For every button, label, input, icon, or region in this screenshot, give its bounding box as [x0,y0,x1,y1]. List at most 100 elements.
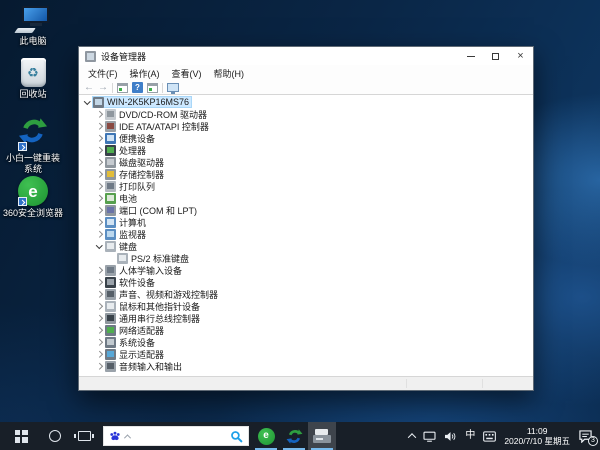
tree-item-label: WIN-2K5KP16MS76 [107,97,189,107]
display-adapter-icon [105,349,116,360]
tree-item[interactable]: 端口 (COM 和 LPT) [79,204,533,216]
expand-icon[interactable] [94,348,104,360]
keyboard-icon[interactable] [483,431,496,442]
expand-icon[interactable] [94,156,104,168]
xiaobai-icon [18,116,48,151]
ime-indicator[interactable]: 中 [465,431,475,441]
tree-item[interactable]: 软件设备 [79,276,533,288]
tree-item[interactable]: 处理器 [79,144,533,156]
forward-icon[interactable]: → [98,83,108,93]
console-window-icon[interactable] [117,83,128,93]
network-icon[interactable] [423,431,436,442]
expand-icon[interactable] [94,132,104,144]
statusbar-divider [482,379,483,388]
computer-monitor-icon[interactable] [167,83,179,92]
task-view-button[interactable] [68,422,100,450]
start-button[interactable] [0,422,42,450]
tree-item[interactable]: 电池 [79,192,533,204]
tree-item[interactable]: 网络适配器 [79,324,533,336]
menu-item[interactable]: 操作(A) [124,67,166,80]
maximize-icon [492,53,499,60]
desktop-icon-360-browser[interactable]: e 360安全浏览器 [0,176,66,219]
expand-icon[interactable] [94,192,104,204]
expand-icon[interactable] [94,360,104,372]
taskbar-app-device-manager[interactable] [308,422,336,450]
expand-icon[interactable] [94,336,104,348]
expand-icon[interactable] [94,312,104,324]
shortcut-arrow-icon [18,197,27,206]
tree-item[interactable]: 监视器 [79,228,533,240]
expand-icon[interactable] [94,108,104,120]
tree-item[interactable]: IDE ATA/ATAPI 控制器 [79,120,533,132]
console-window-icon[interactable] [147,83,158,93]
tree-item[interactable]: 系统设备 [79,336,533,348]
portable-device-icon [105,133,116,144]
minimize-button[interactable] [458,47,483,65]
monitor-icon [105,229,116,240]
expand-icon[interactable] [94,180,104,192]
menu-item[interactable]: 文件(F) [82,67,124,80]
expand-icon[interactable] [94,276,104,288]
expand-icon[interactable] [94,216,104,228]
tree-item[interactable]: 显示适配器 [79,348,533,360]
toolbar-separator [162,83,163,93]
tree-item[interactable]: 打印队列 [79,180,533,192]
tree-item[interactable]: PS/2 标准键盘 [79,252,533,264]
search-box[interactable] [103,426,249,446]
back-icon[interactable]: ← [84,83,94,93]
tray-chevron-up-icon[interactable] [408,433,416,441]
collapse-icon[interactable] [82,96,92,108]
disk-drive-icon [105,157,116,168]
close-button[interactable]: × [508,47,533,65]
title-bar[interactable]: 设备管理器 × [79,47,533,65]
tree-item[interactable]: 计算机 [79,216,533,228]
taskbar-app-360-browser[interactable]: e [252,422,280,450]
tree-item[interactable]: 鼠标和其他指针设备 [79,300,533,312]
taskbar-clock[interactable]: 11:09 2020/7/10 星期五 [504,426,570,446]
tree-item[interactable]: 音频输入和输出 [79,360,533,372]
desktop-icon-recycle-bin[interactable]: ♻ 回收站 [0,58,66,100]
desktop-icon-label: 小白一键重装系统 [2,153,64,174]
expand-icon[interactable] [94,168,104,180]
action-center-button[interactable]: 3 [578,430,593,443]
help-icon[interactable] [132,82,143,93]
tree-item[interactable]: 通用串行总线控制器 [79,312,533,324]
tree-item[interactable]: 人体学输入设备 [79,264,533,276]
tree-item[interactable]: 存储控制器 [79,168,533,180]
menu-item[interactable]: 查看(V) [166,67,208,80]
no-expander [106,252,116,264]
expand-icon[interactable] [94,228,104,240]
desktop-icon-xiaobai[interactable]: 小白一键重装系统 [0,116,66,174]
cortana-button[interactable] [42,422,68,450]
tree-item[interactable]: 便携设备 [79,132,533,144]
search-magnifier-icon[interactable] [230,430,243,443]
expand-icon[interactable] [94,300,104,312]
close-icon: × [517,51,523,62]
expand-icon[interactable] [94,264,104,276]
statusbar-divider [406,379,407,388]
expand-icon[interactable] [94,120,104,132]
minimize-icon [467,56,475,57]
expand-icon[interactable] [94,288,104,300]
menu-item[interactable]: 帮助(H) [208,67,251,80]
tree-item[interactable]: DVD/CD-ROM 驱动器 [79,108,533,120]
expand-icon[interactable] [94,204,104,216]
tree-item[interactable]: 声音、视频和游戏控制器 [79,288,533,300]
expand-icon[interactable] [94,324,104,336]
toolbar: ← → [79,81,533,95]
usb-icon [105,313,116,324]
volume-icon[interactable] [444,431,457,442]
desktop-icon-this-pc[interactable]: 此电脑 [0,6,66,47]
computer-root-icon [93,97,104,108]
expand-icon[interactable] [94,144,104,156]
recycle-bin-icon: ♻ [21,58,46,87]
menu-bar: 文件(F)操作(A)查看(V)帮助(H) [79,65,533,81]
tree-item[interactable]: WIN-2K5KP16MS76 [79,96,533,108]
keyboard-icon [105,241,116,252]
chevron-up-icon[interactable] [124,434,131,441]
maximize-button[interactable] [483,47,508,65]
tree-item[interactable]: 磁盘驱动器 [79,156,533,168]
taskbar-app-xiaobai[interactable] [280,422,308,450]
tree-item[interactable]: 键盘 [79,240,533,252]
collapse-icon[interactable] [94,240,104,252]
